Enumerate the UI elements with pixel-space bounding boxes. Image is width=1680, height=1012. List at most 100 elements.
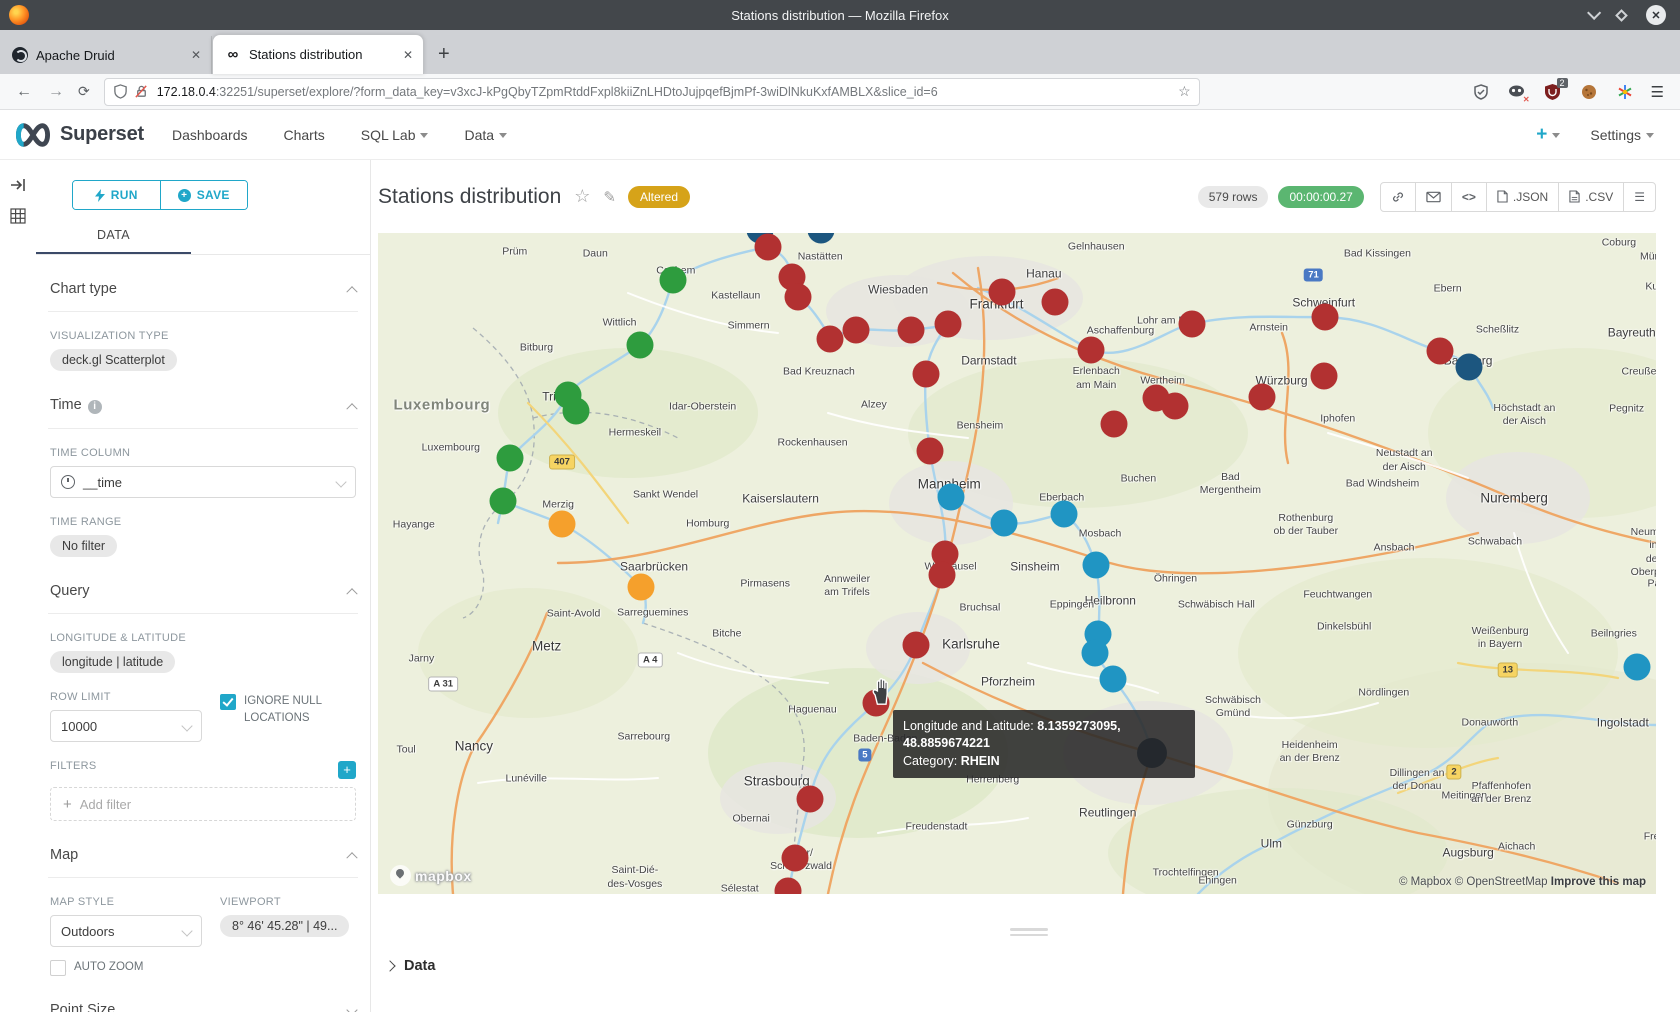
station-dot-rhein[interactable] (1042, 288, 1069, 315)
station-dot-neckar[interactable] (1083, 551, 1110, 578)
resize-handle[interactable] (1010, 928, 1048, 936)
station-dot-rhein[interactable] (781, 844, 808, 871)
checkbox-checked-icon[interactable] (220, 694, 236, 710)
ignore-null-checkbox-row[interactable]: IGNORE NULL LOCATIONS (220, 693, 356, 728)
share-link-button[interactable] (1381, 183, 1415, 211)
data-panel-toggle[interactable]: Data (386, 958, 1680, 974)
colorful-asterisk-icon[interactable] (1615, 82, 1635, 102)
ublock-icon[interactable]: 2 (1543, 82, 1563, 102)
mapbox-logo[interactable]: mapbox (390, 865, 472, 886)
tab-stations-distribution[interactable]: ∞ Stations distribution ✕ (212, 34, 424, 74)
auto-zoom-checkbox-row[interactable]: AUTO ZOOM (50, 959, 202, 976)
station-dot-rhein[interactable] (754, 233, 781, 260)
station-dot-rhein[interactable] (928, 562, 955, 589)
superset-logo[interactable]: Superset (12, 121, 144, 149)
forward-button[interactable]: → (48, 83, 64, 101)
viewport-pill[interactable]: 8° 46' 45.28" | 49... (220, 915, 349, 937)
station-dot-rhein[interactable] (903, 631, 930, 658)
settings-menu[interactable]: Settings (1590, 127, 1654, 143)
bookmark-star-icon[interactable]: ☆ (1178, 83, 1191, 100)
time-column-select[interactable]: __time (50, 466, 356, 498)
station-dot-mosel[interactable] (660, 266, 687, 293)
map-canvas[interactable]: Longitude and Latitude: 8.1359273095, 48… (378, 233, 1656, 894)
tab-close-icon[interactable]: ✕ (191, 48, 201, 62)
tab-close-icon[interactable]: ✕ (403, 48, 413, 62)
station-dot-rhein[interactable] (917, 438, 944, 465)
favorite-star-icon[interactable]: ☆ (574, 186, 590, 207)
station-dot-saar[interactable] (628, 574, 655, 601)
station-dot-rhein[interactable] (785, 284, 812, 311)
improve-map-link[interactable]: Improve this map (1551, 876, 1646, 888)
station-dot-rhein[interactable] (842, 316, 869, 343)
station-dot-mosel[interactable] (626, 332, 653, 359)
station-dot-mosel[interactable] (490, 488, 517, 515)
station-dot-neckar[interactable] (937, 483, 964, 510)
insecure-lock-icon[interactable] (134, 84, 149, 99)
shield-permissions-icon[interactable] (113, 84, 128, 99)
nav-item-charts[interactable]: Charts (284, 127, 325, 143)
station-dot-neckar[interactable] (1623, 653, 1650, 680)
station-dot-neckar[interactable] (1051, 500, 1078, 527)
collapse-panel-icon[interactable] (10, 178, 26, 192)
station-dot-rhein[interactable] (817, 326, 844, 353)
save-button[interactable]: + SAVE (161, 181, 248, 209)
station-dot-saar[interactable] (549, 510, 576, 537)
url-bar[interactable]: 172.18.0.4:32251/superset/explore/?form_… (104, 78, 1200, 106)
mask-extension-icon[interactable]: ✕ (1507, 82, 1527, 102)
nav-item-data[interactable]: Data (464, 127, 507, 143)
firefox-menu-icon[interactable]: ☰ (1651, 83, 1664, 101)
window-close-icon[interactable]: ✕ (1646, 5, 1666, 25)
section-map[interactable]: Map (50, 847, 356, 877)
tab-apache-druid[interactable]: Apache Druid ✕ (0, 36, 212, 74)
station-dot-rhein[interactable] (1249, 383, 1276, 410)
station-dot-neckar[interactable] (991, 509, 1018, 536)
station-dot-rhein[interactable] (1427, 338, 1454, 365)
edit-properties-icon[interactable]: ✎ (603, 188, 616, 206)
section-chart-type[interactable]: Chart type (50, 281, 356, 311)
station-dot-neckar[interactable] (1081, 640, 1108, 667)
station-dot-rhein[interactable] (796, 785, 823, 812)
chart-menu-button[interactable]: ☰ (1623, 183, 1655, 211)
station-dot-rhein[interactable] (1101, 411, 1128, 438)
add-filter-plus-button[interactable]: + (338, 761, 356, 779)
window-maximize-icon[interactable] (1615, 9, 1628, 22)
reload-button[interactable]: ⟳ (78, 83, 90, 100)
section-point-size[interactable]: Point Size (50, 1002, 356, 1012)
station-dot-rhein[interactable] (1078, 336, 1105, 363)
section-time[interactable]: Timei (50, 397, 356, 428)
time-range-pill[interactable]: No filter (50, 535, 117, 557)
viz-type-pill[interactable]: deck.gl Scatterplot (50, 349, 177, 371)
station-dot-rhein[interactable] (897, 316, 924, 343)
section-query[interactable]: Query (50, 583, 356, 613)
email-button[interactable] (1415, 183, 1451, 211)
station-dot-rhein[interactable] (934, 311, 961, 338)
new-tab-button[interactable]: + (438, 43, 450, 66)
new-item-button[interactable]: + (1536, 124, 1560, 146)
nav-item-dashboards[interactable]: Dashboards (172, 127, 248, 143)
map-style-select[interactable]: Outdoors (50, 915, 202, 947)
export-csv-button[interactable]: .CSV (1558, 183, 1623, 211)
tab-data[interactable]: DATA (50, 228, 177, 254)
station-dot-rhein[interactable] (1311, 303, 1338, 330)
back-button[interactable]: ← (16, 83, 32, 101)
window-minimize-icon[interactable] (1587, 6, 1601, 20)
station-dot-mosel[interactable] (496, 445, 523, 472)
station-dot-rhein[interactable] (988, 278, 1015, 305)
dataset-grid-icon[interactable] (10, 208, 26, 224)
station-dot-rhein[interactable] (913, 361, 940, 388)
station-dot-main[interactable] (1456, 354, 1483, 381)
station-dot-rhein[interactable] (1179, 311, 1206, 338)
embed-code-button[interactable]: <> (1451, 183, 1486, 211)
pocket-shield-icon[interactable] (1471, 82, 1491, 102)
cookie-extension-icon[interactable] (1579, 82, 1599, 102)
export-json-button[interactable]: .JSON (1486, 183, 1558, 211)
station-dot-rhein[interactable] (1310, 362, 1337, 389)
nav-item-sql-lab[interactable]: SQL Lab (361, 127, 429, 143)
station-dot-rhein[interactable] (1162, 392, 1189, 419)
run-button[interactable]: RUN (73, 181, 161, 209)
station-dot-neckar[interactable] (1099, 666, 1126, 693)
add-filter-box[interactable]: + Add filter (50, 787, 356, 821)
lonlat-pill[interactable]: longitude | latitude (50, 651, 175, 673)
checkbox-unchecked-icon[interactable] (50, 960, 66, 976)
station-dot-mosel[interactable] (563, 397, 590, 424)
